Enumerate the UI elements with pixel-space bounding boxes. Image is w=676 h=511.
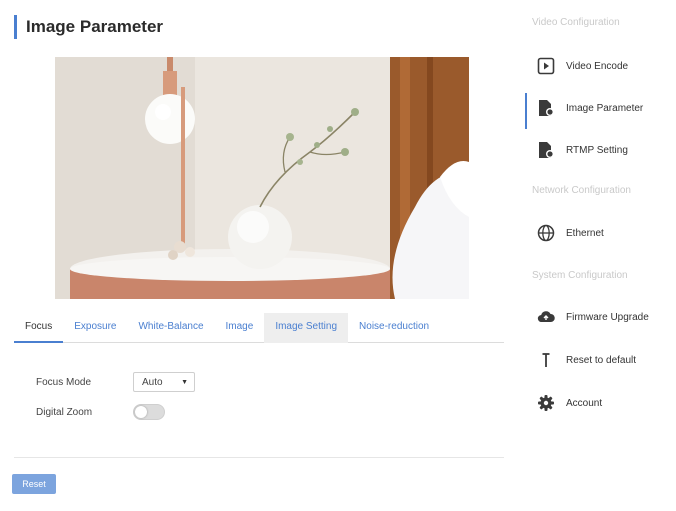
sidebar-item-account[interactable]: Account [522, 385, 676, 421]
tab-white-balance[interactable]: White-Balance [127, 313, 214, 343]
focus-mode-value: Auto [142, 376, 163, 388]
sidebar-header-network: Network Configuration [532, 185, 631, 196]
sidebar-item-label: Image Parameter [566, 102, 644, 114]
tab-image[interactable]: Image [215, 313, 265, 343]
page-title: Image Parameter [26, 17, 164, 36]
camera-preview-image [55, 57, 469, 299]
main-panel: Image Parameter Focus Exposure White-Bal… [0, 0, 520, 511]
tab-exposure[interactable]: Exposure [63, 313, 127, 343]
image-parameter-icon [536, 98, 556, 118]
gear-icon [536, 393, 556, 413]
sidebar-item-label: Account [566, 397, 603, 409]
sidebar-header-system: System Configuration [532, 270, 628, 281]
sidebar-item-label: Firmware Upgrade [566, 311, 649, 323]
sidebar-item-video-encode[interactable]: Video Encode [522, 48, 676, 84]
tab-bar: Focus Exposure White-Balance Image Image… [14, 313, 504, 343]
sidebar-header-video: Video Configuration [532, 17, 620, 28]
tab-image-setting[interactable]: Image Setting [264, 313, 349, 343]
reset-icon [536, 350, 556, 370]
page-header: Image Parameter [14, 14, 163, 40]
digital-zoom-row: Digital Zoom [20, 404, 165, 420]
title-accent-bar [14, 15, 17, 39]
digital-zoom-label: Digital Zoom [36, 406, 93, 418]
video-encode-icon [536, 56, 556, 76]
sidebar-item-label: Reset to default [566, 354, 637, 366]
chevron-down-icon: ▼ [181, 378, 188, 386]
sidebar-item-label: Video Encode [566, 60, 629, 72]
sidebar: Video Configuration Video Encode Image P… [522, 0, 676, 511]
sidebar-item-label: Ethernet [566, 227, 604, 239]
globe-icon [536, 223, 556, 243]
sidebar-item-image-parameter[interactable]: Image Parameter [522, 90, 676, 129]
sidebar-item-firmware-upgrade[interactable]: Firmware Upgrade [522, 299, 676, 335]
sidebar-item-reset-to-default[interactable]: Reset to default [522, 342, 676, 378]
camera-preview [55, 57, 469, 299]
toggle-knob [135, 406, 147, 418]
reset-button[interactable]: Reset [12, 474, 56, 494]
divider [14, 457, 504, 458]
sidebar-item-label: RTMP Setting [566, 144, 628, 156]
focus-mode-label: Focus Mode [36, 376, 92, 388]
sidebar-item-ethernet[interactable]: Ethernet [522, 215, 676, 251]
tab-noise-reduction[interactable]: Noise-reduction [348, 313, 440, 343]
focus-mode-select[interactable]: Auto ▼ [133, 372, 195, 392]
cloud-upload-icon [536, 307, 556, 327]
tab-focus[interactable]: Focus [14, 313, 64, 343]
sidebar-item-rtmp-setting[interactable]: RTMP Setting [522, 132, 676, 168]
digital-zoom-toggle[interactable] [133, 404, 165, 420]
rtmp-icon [536, 140, 556, 160]
focus-mode-row: Focus Mode Auto ▼ [20, 372, 195, 392]
